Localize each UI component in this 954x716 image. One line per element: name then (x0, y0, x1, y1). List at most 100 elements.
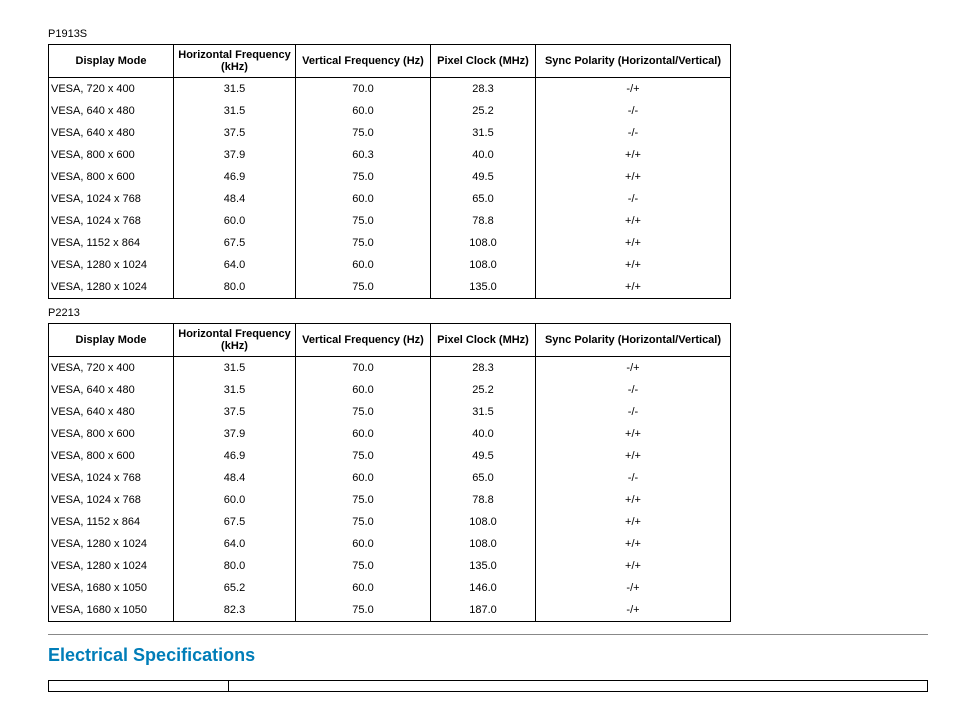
cell-horizontal-freq: 31.5 (174, 357, 296, 380)
cell-sync-polarity: +/+ (536, 276, 731, 299)
cell-pixel-clock: 49.5 (431, 166, 536, 188)
cell-vertical-freq: 75.0 (296, 276, 431, 299)
cell-display-mode: VESA, 800 x 600 (49, 445, 174, 467)
cell-vertical-freq: 60.0 (296, 577, 431, 599)
cell-horizontal-freq: 64.0 (174, 254, 296, 276)
cell-pixel-clock: 108.0 (431, 254, 536, 276)
cell-pixel-clock: 28.3 (431, 357, 536, 380)
table-row: VESA, 1280 x 102464.060.0108.0+/+ (49, 254, 731, 276)
cell-sync-polarity: -/- (536, 122, 731, 144)
cell-sync-polarity: -/+ (536, 78, 731, 101)
table2-label: P2213 (48, 307, 906, 319)
cell-sync-polarity: -/- (536, 100, 731, 122)
cell-horizontal-freq: 67.5 (174, 511, 296, 533)
cell-vertical-freq: 75.0 (296, 166, 431, 188)
cell-horizontal-freq: 46.9 (174, 445, 296, 467)
cell-pixel-clock: 135.0 (431, 555, 536, 577)
cell-sync-polarity: +/+ (536, 166, 731, 188)
cell-horizontal-freq: 65.2 (174, 577, 296, 599)
th-display-mode: Display Mode (49, 45, 174, 78)
cell-pixel-clock: 146.0 (431, 577, 536, 599)
electrical-specifications-heading: Electrical Specifications (48, 645, 906, 666)
cell-horizontal-freq: 37.9 (174, 144, 296, 166)
electrical-specs-table (48, 680, 928, 692)
cell-pixel-clock: 78.8 (431, 489, 536, 511)
cell-sync-polarity: -/+ (536, 599, 731, 622)
th-pixel-clock: Pixel Clock (MHz) (431, 324, 536, 357)
cell-sync-polarity: +/+ (536, 445, 731, 467)
cell-sync-polarity: +/+ (536, 423, 731, 445)
cell-display-mode: VESA, 1152 x 864 (49, 511, 174, 533)
th-sync-polarity: Sync Polarity (Horizontal/Vertical) (536, 324, 731, 357)
cell-display-mode: VESA, 1680 x 1050 (49, 577, 174, 599)
th-sync-polarity: Sync Polarity (Horizontal/Vertical) (536, 45, 731, 78)
table-row: VESA, 720 x 40031.570.028.3-/+ (49, 78, 731, 101)
th-horizontal-freq: Horizontal Frequency (kHz) (174, 45, 296, 78)
table1: Display Mode Horizontal Frequency (kHz) … (48, 44, 731, 299)
table-row: VESA, 800 x 60046.975.049.5+/+ (49, 445, 731, 467)
cell-vertical-freq: 60.3 (296, 144, 431, 166)
cell-display-mode: VESA, 640 x 480 (49, 401, 174, 423)
table-row: VESA, 640 x 48031.560.025.2-/- (49, 379, 731, 401)
cell-horizontal-freq: 46.9 (174, 166, 296, 188)
th-display-mode: Display Mode (49, 324, 174, 357)
cell-horizontal-freq: 67.5 (174, 232, 296, 254)
table-row: VESA, 1152 x 86467.575.0108.0+/+ (49, 511, 731, 533)
cell-vertical-freq: 60.0 (296, 467, 431, 489)
table-row: VESA, 800 x 60037.960.040.0+/+ (49, 423, 731, 445)
cell-pixel-clock: 108.0 (431, 533, 536, 555)
table-row: VESA, 1680 x 105082.375.0187.0-/+ (49, 599, 731, 622)
cell-horizontal-freq: 48.4 (174, 188, 296, 210)
th-vertical-freq: Vertical Frequency (Hz) (296, 45, 431, 78)
table-row: VESA, 1152 x 86467.575.0108.0+/+ (49, 232, 731, 254)
table-row: VESA, 1280 x 102480.075.0135.0+/+ (49, 276, 731, 299)
cell-display-mode: VESA, 800 x 600 (49, 144, 174, 166)
cell-display-mode: VESA, 1680 x 1050 (49, 599, 174, 622)
cell-sync-polarity: +/+ (536, 533, 731, 555)
table-row: VESA, 800 x 60037.960.340.0+/+ (49, 144, 731, 166)
cell-vertical-freq: 60.0 (296, 379, 431, 401)
cell-display-mode: VESA, 720 x 400 (49, 78, 174, 101)
cell-vertical-freq: 75.0 (296, 210, 431, 232)
cell-horizontal-freq: 82.3 (174, 599, 296, 622)
cell-vertical-freq: 75.0 (296, 122, 431, 144)
table1-label: P1913S (48, 28, 906, 40)
cell-display-mode: VESA, 800 x 600 (49, 423, 174, 445)
cell-vertical-freq: 70.0 (296, 78, 431, 101)
cell-pixel-clock: 40.0 (431, 144, 536, 166)
section-divider (48, 634, 928, 635)
cell-display-mode: VESA, 1280 x 1024 (49, 533, 174, 555)
cell-sync-polarity: +/+ (536, 232, 731, 254)
cell-display-mode: VESA, 1280 x 1024 (49, 276, 174, 299)
cell-display-mode: VESA, 1024 x 768 (49, 467, 174, 489)
cell-display-mode: VESA, 1152 x 864 (49, 232, 174, 254)
cell-horizontal-freq: 60.0 (174, 489, 296, 511)
cell-display-mode: VESA, 640 x 480 (49, 122, 174, 144)
table-row: VESA, 640 x 48031.560.025.2-/- (49, 100, 731, 122)
cell-pixel-clock: 31.5 (431, 122, 536, 144)
cell-display-mode: VESA, 1024 x 768 (49, 188, 174, 210)
cell-pixel-clock: 40.0 (431, 423, 536, 445)
cell-pixel-clock: 78.8 (431, 210, 536, 232)
cell-vertical-freq: 60.0 (296, 188, 431, 210)
cell-display-mode: VESA, 1024 x 768 (49, 210, 174, 232)
cell-vertical-freq: 75.0 (296, 401, 431, 423)
cell-vertical-freq: 75.0 (296, 232, 431, 254)
table-row: VESA, 1024 x 76860.075.078.8+/+ (49, 210, 731, 232)
table-row: VESA, 1680 x 105065.260.0146.0-/+ (49, 577, 731, 599)
table-row: VESA, 1024 x 76848.460.065.0-/- (49, 188, 731, 210)
cell-sync-polarity: -/- (536, 188, 731, 210)
cell-display-mode: VESA, 1024 x 768 (49, 489, 174, 511)
cell-horizontal-freq: 37.9 (174, 423, 296, 445)
cell-vertical-freq: 70.0 (296, 357, 431, 380)
cell-vertical-freq: 75.0 (296, 511, 431, 533)
table-row: VESA, 1280 x 102464.060.0108.0+/+ (49, 533, 731, 555)
cell-horizontal-freq: 37.5 (174, 401, 296, 423)
table-row: VESA, 800 x 60046.975.049.5+/+ (49, 166, 731, 188)
cell-sync-polarity: +/+ (536, 144, 731, 166)
cell-display-mode: VESA, 640 x 480 (49, 379, 174, 401)
cell-horizontal-freq: 31.5 (174, 100, 296, 122)
cell-horizontal-freq: 60.0 (174, 210, 296, 232)
cell-pixel-clock: 49.5 (431, 445, 536, 467)
cell-horizontal-freq: 48.4 (174, 467, 296, 489)
